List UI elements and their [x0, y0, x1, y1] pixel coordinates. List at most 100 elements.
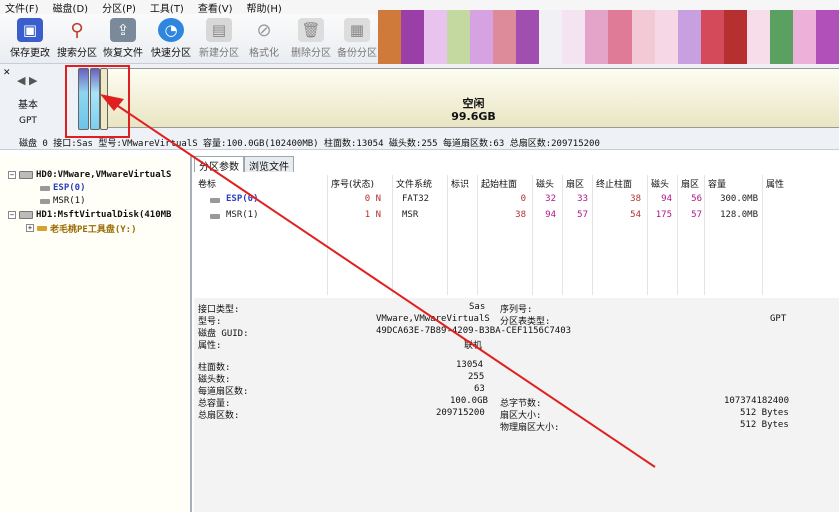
- column-header[interactable]: 磁头: [536, 177, 554, 190]
- sectors-label: 总扇区数:: [198, 411, 240, 421]
- pt-value: GPT: [770, 314, 787, 324]
- column-header[interactable]: 文件系统: [396, 177, 432, 190]
- column-divider: [477, 175, 478, 295]
- mosaic-cell: [769, 38, 793, 66]
- column-divider: [677, 175, 678, 295]
- restore-file-button[interactable]: ⇪ 恢复文件: [99, 18, 147, 59]
- mosaic-cell: [447, 38, 471, 66]
- column-header[interactable]: 序号(状态): [331, 177, 374, 190]
- search-partition-button[interactable]: ⚲ 搜索分区: [53, 18, 101, 60]
- delete-partition-button[interactable]: 🗑 删除分区: [287, 18, 335, 59]
- mosaic-cell: [401, 10, 425, 38]
- disk-icon: [19, 171, 33, 179]
- iface-value: Sas: [469, 302, 486, 312]
- mosaic-cell: [516, 10, 540, 38]
- mosaic-cell: [539, 10, 563, 38]
- tree-hd1-label: HD1:MsftVirtualDisk(410MB: [36, 210, 172, 220]
- new-partition-button[interactable]: ▤ 新建分区: [195, 18, 243, 59]
- quick-partition-button[interactable]: ◔ 快速分区: [147, 18, 195, 59]
- tab-partition-params[interactable]: 分区参数: [194, 156, 244, 173]
- table-cell: 54: [630, 210, 641, 220]
- tree-item-tool-disk[interactable]: + 老毛桃PE工具盘(Y:): [26, 222, 137, 235]
- mosaic-cell: [654, 10, 678, 38]
- partition-icon: ◔: [158, 18, 184, 42]
- mosaic-cell: [562, 38, 586, 66]
- mosaic-cell: [401, 38, 425, 66]
- quick-partition-label: 快速分区: [151, 48, 191, 59]
- table-cell: 0: [520, 194, 526, 204]
- tree-item-hd1[interactable]: − HD1:MsftVirtualDisk(410MB: [8, 209, 171, 221]
- tree-item-msr[interactable]: MSR(1): [40, 195, 86, 207]
- table-cell: 33: [577, 194, 588, 204]
- format-label: 格式化: [249, 48, 279, 59]
- disk-tree: − HD0:VMware,VMwareVirtualS ESP(0) MSR(1…: [0, 156, 192, 512]
- table-cell: 94: [661, 194, 672, 204]
- table-cell: 38: [515, 210, 526, 220]
- close-icon[interactable]: ✕: [3, 68, 11, 78]
- menu-view[interactable]: 查看(V): [198, 0, 233, 15]
- column-header[interactable]: 磁头: [651, 177, 669, 190]
- menu-tools[interactable]: 工具(T): [150, 0, 184, 15]
- partition-icon: [40, 185, 50, 191]
- partition-icon: [37, 225, 47, 231]
- column-divider: [592, 175, 593, 295]
- column-divider: [392, 175, 393, 295]
- tab-bar: 分区参数 浏览文件: [194, 156, 294, 173]
- menu-help[interactable]: 帮助(H): [247, 0, 282, 15]
- pss-value: 512 Bytes: [740, 420, 789, 430]
- table-cell: 57: [577, 210, 588, 220]
- tab-browse-files[interactable]: 浏览文件: [244, 156, 294, 173]
- table-cell: 57: [691, 210, 702, 220]
- mosaic-cell: [516, 38, 540, 66]
- disk-type-label: 基本: [18, 100, 38, 111]
- mosaic-cell: [815, 38, 839, 66]
- mosaic-cell: [470, 10, 494, 38]
- cyl-value: 13054: [456, 360, 484, 370]
- mosaic-cell: [493, 10, 517, 38]
- column-header[interactable]: 卷标: [198, 177, 216, 190]
- table-cell: 300.0MB: [720, 194, 758, 204]
- backup-partition-button[interactable]: ▦ 备份分区: [333, 18, 381, 59]
- format-button[interactable]: ⊘ 格式化: [240, 18, 288, 60]
- column-header[interactable]: 属性: [766, 177, 784, 190]
- menu-file[interactable]: 文件(F): [5, 0, 39, 15]
- mosaic-cell: [608, 38, 632, 66]
- disk-icon: [19, 211, 33, 219]
- column-divider: [762, 175, 763, 295]
- pss-label: 物理扇区大小:: [500, 423, 560, 433]
- highlight-box: [65, 65, 130, 138]
- column-header[interactable]: 起始柱面: [481, 177, 517, 190]
- disk-scheme-label: GPT: [19, 116, 37, 126]
- mosaic-cell: [539, 38, 563, 66]
- menu-partition[interactable]: 分区(P): [102, 0, 136, 15]
- guid-value: 49DCA63E-7B89-4209-B3BA-CEF1156C7403: [376, 326, 572, 336]
- collapse-icon[interactable]: −: [8, 211, 16, 219]
- column-header[interactable]: 终止柱面: [596, 177, 632, 190]
- mosaic-cell: [677, 10, 701, 38]
- mosaic-cell: [723, 10, 747, 38]
- mosaic-cell: [378, 38, 402, 66]
- save-button[interactable]: ▣ 保存更改: [6, 18, 54, 59]
- delete-label: 删除分区: [291, 48, 331, 59]
- column-header[interactable]: 容量: [708, 177, 726, 190]
- column-header[interactable]: 标识: [451, 177, 469, 190]
- tree-item-hd0[interactable]: − HD0:VMware,VMwareVirtualS: [8, 169, 171, 181]
- mosaic-cell: [654, 38, 678, 66]
- table-cell: 1 N: [364, 210, 381, 220]
- backup-label: 备份分区: [337, 48, 377, 59]
- column-header[interactable]: 扇区: [681, 177, 699, 190]
- nav-arrows-icon[interactable]: ◀ ▶: [17, 74, 37, 87]
- column-header[interactable]: 扇区: [566, 177, 584, 190]
- collapse-icon[interactable]: −: [8, 171, 16, 179]
- table-cell: MSR(1): [226, 210, 259, 220]
- table-cell: 0 N: [364, 194, 381, 204]
- expand-icon[interactable]: +: [26, 224, 34, 232]
- search-label: 搜索分区: [57, 48, 97, 59]
- spt-value: 63: [474, 384, 485, 394]
- column-divider: [704, 175, 705, 295]
- menu-disk[interactable]: 磁盘(D): [53, 0, 89, 15]
- free-space-block[interactable]: 空闲 99.6GB: [108, 68, 839, 128]
- mosaic-cell: [815, 10, 839, 38]
- mosaic-cell: [608, 10, 632, 38]
- tree-item-esp[interactable]: ESP(0): [40, 182, 86, 194]
